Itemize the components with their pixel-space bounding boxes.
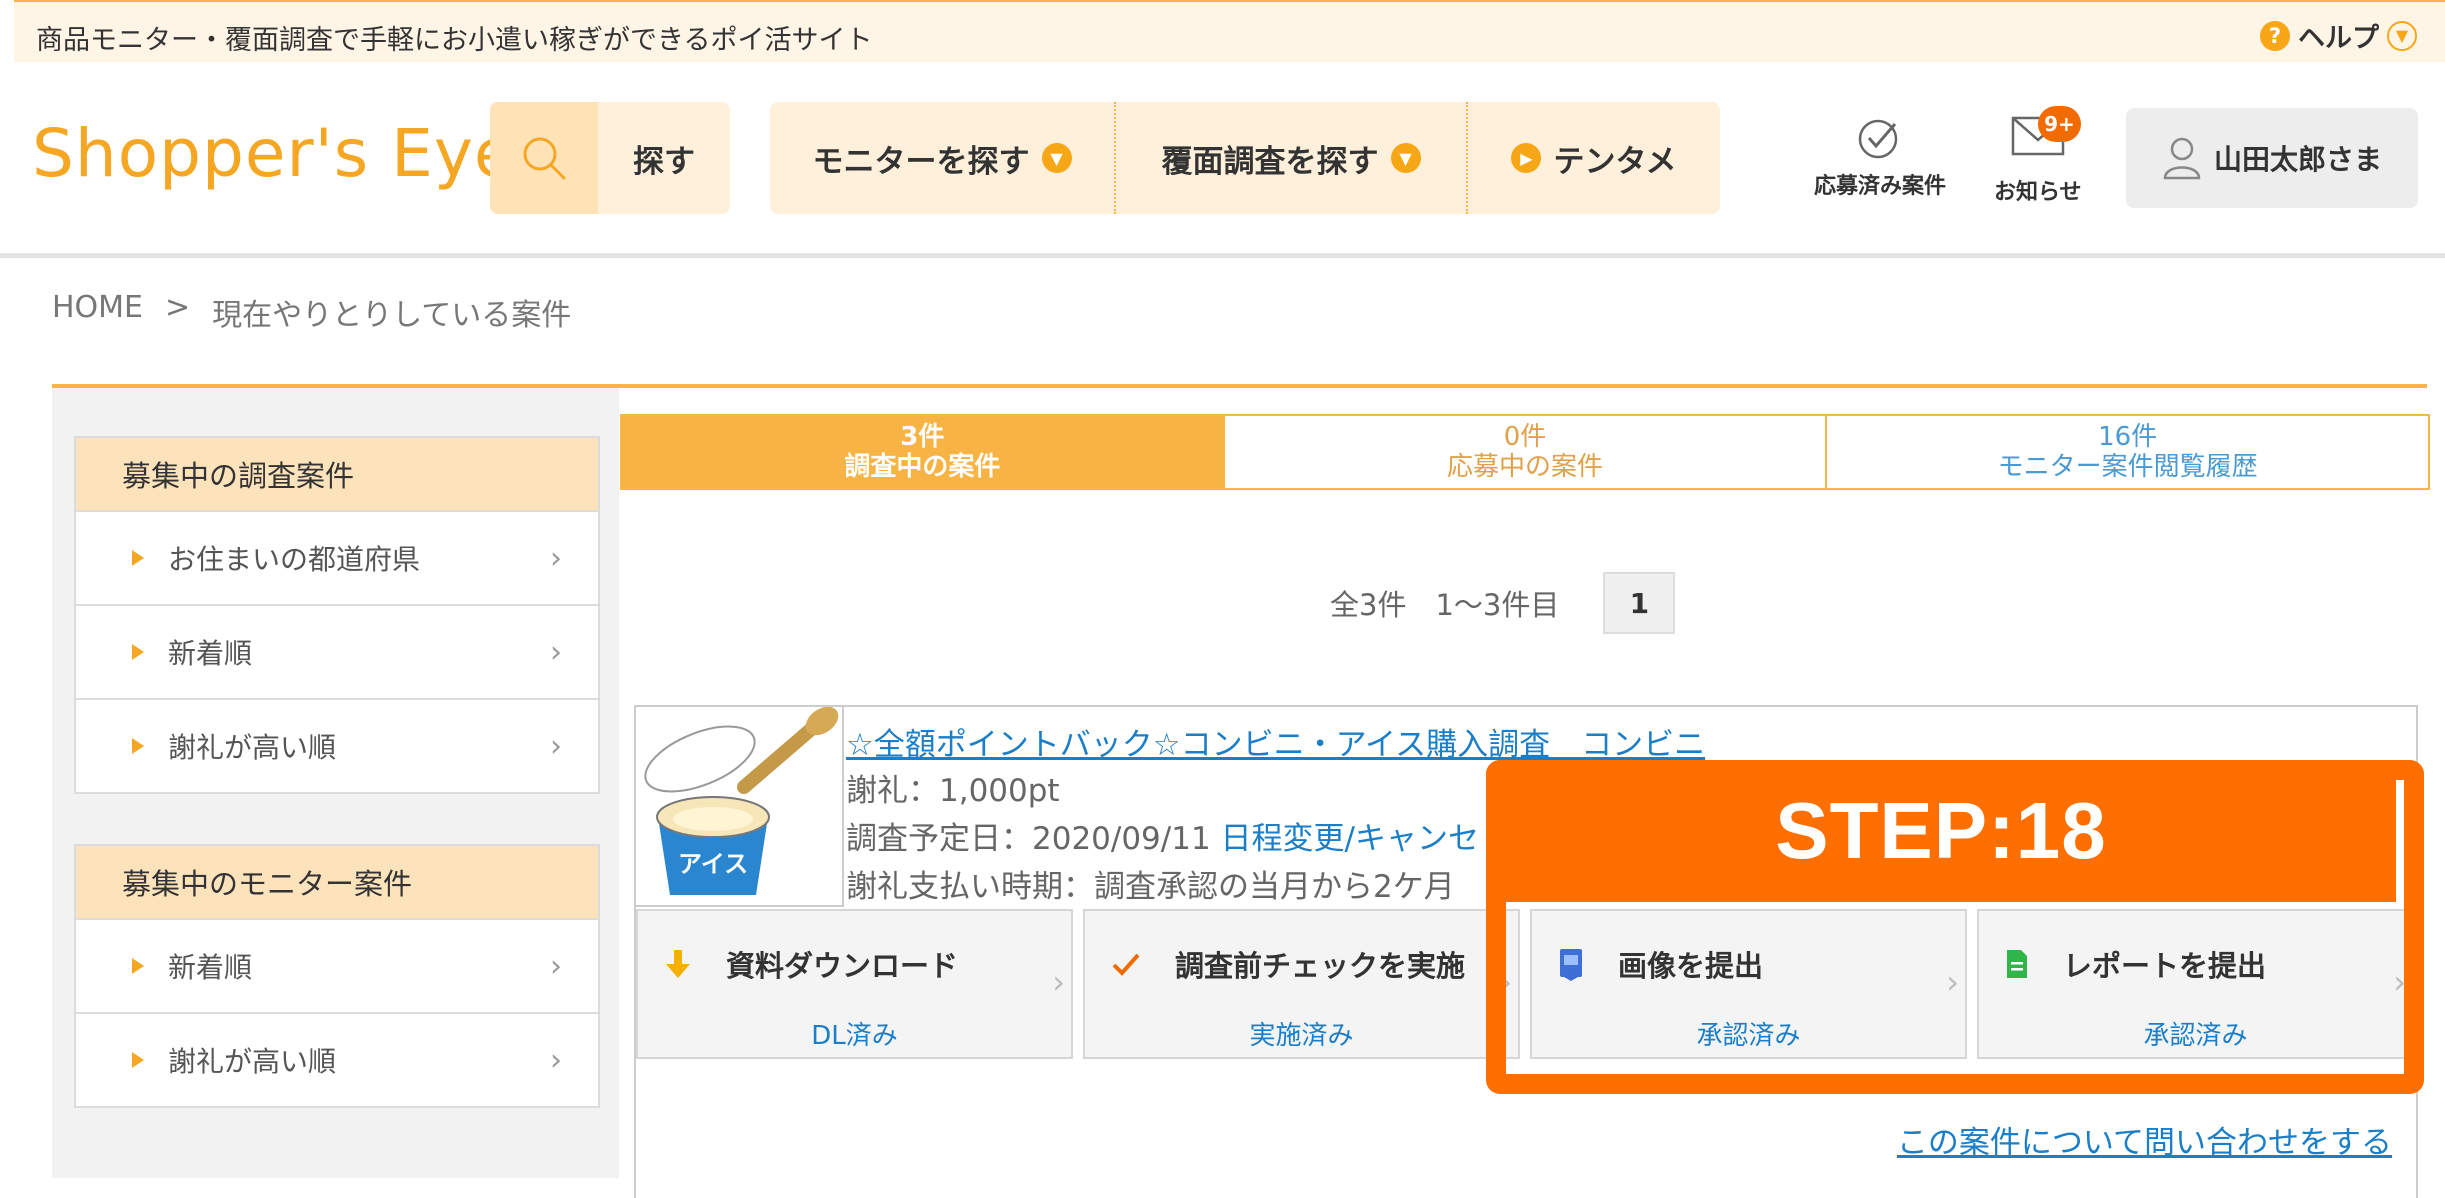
tab-count: 16件 — [2098, 422, 2158, 452]
search-icon — [490, 102, 598, 214]
nav-label: テンタメ — [1553, 143, 1677, 180]
pagination: 全3件 1〜3件目 1 — [1330, 572, 1676, 634]
sidebar-item-label: 新着順 — [168, 637, 253, 670]
product-thumbnail: アイス — [636, 706, 844, 907]
chevron-down-icon: ▼ — [1390, 143, 1421, 173]
tab-applying[interactable]: 0件 応募中の案件 — [1225, 416, 1828, 488]
step-title: 調査前チェックを実施 — [1175, 949, 1466, 983]
user-menu-button[interactable]: 山田太郎さま — [2126, 108, 2418, 208]
chevron-down-icon: ▼ — [2387, 20, 2417, 51]
applied-cases-link[interactable]: 応募済み案件 — [1814, 114, 1946, 200]
site-logo[interactable]: Shopper's Eye — [32, 115, 516, 192]
case-schedule: 調査予定日：2020/09/11 日程変更/キャンセ — [846, 813, 1479, 858]
chevron-down-icon: ▼ — [1041, 143, 1072, 173]
monitor-box-title: 募集中のモニター案件 — [76, 846, 598, 918]
tab-in-progress[interactable]: 3件 調査中の案件 — [622, 416, 1225, 488]
sidebar-item-highest-reward[interactable]: 謝礼が高い順 › — [76, 698, 598, 792]
monitor-cases-box: 募集中のモニター案件 新着順 › 謝礼が高い順 › — [74, 844, 600, 1108]
top-bar: 商品モニター・覆面調査で手軽にお小遣い稼ぎができるポイ活サイト ? ヘルプ ▼ — [14, 0, 2445, 62]
sidebar-item-label: 謝礼が高い順 — [168, 1045, 337, 1078]
nav-find-monitor[interactable]: モニターを探す ▼ — [770, 102, 1116, 214]
contact-about-case-link[interactable]: この案件について問い合わせをする — [1897, 1117, 2392, 1162]
breadcrumb-home[interactable]: HOME — [52, 290, 143, 334]
help-link[interactable]: ? ヘルプ ▼ — [2260, 16, 2417, 55]
triangle-right-icon — [132, 738, 144, 754]
step-status: DL済み — [811, 1021, 898, 1051]
case-reward: 謝礼：1,000pt — [846, 773, 1060, 809]
survey-box-title: 募集中の調査案件 — [76, 438, 598, 510]
search-button[interactable]: 探す — [490, 102, 730, 214]
sidebar-item-label: 謝礼が高い順 — [168, 731, 337, 764]
main-nav: モニターを探す ▼ 覆面調査を探す ▼ ▶ テンタメ — [770, 102, 1720, 214]
breadcrumb-separator: > — [165, 290, 191, 325]
case-payment: 謝礼支払い時期：調査承認の当月から2ケ月 — [846, 869, 1455, 905]
chevron-right-icon: › — [550, 1042, 562, 1078]
tab-label: 応募中の案件 — [1447, 452, 1604, 482]
help-label: ヘルプ — [2298, 23, 2379, 54]
step-status: 実施済み — [1249, 1021, 1354, 1051]
tab-count: 0件 — [1503, 422, 1547, 452]
nav-label: モニターを探す — [812, 143, 1030, 180]
notice-badge: 9+ — [2038, 106, 2081, 142]
sidebar-item-newest[interactable]: 新着順 › — [76, 604, 598, 698]
survey-cases-box: 募集中の調査案件 お住まいの都道府県 › 新着順 › 謝礼が高い順 › — [74, 436, 600, 794]
sidebar-item-prefecture[interactable]: お住まいの都道府県 › — [76, 510, 598, 604]
step-download[interactable]: 資料ダウンロード DL済み › — [636, 909, 1073, 1059]
chevron-right-icon: ▶ — [1511, 143, 1542, 173]
sidebar-item-label: 新着順 — [168, 951, 253, 984]
step-label-banner: STEP:18 — [1486, 760, 2396, 902]
download-arrow-icon — [666, 950, 690, 978]
schedule-change-link[interactable]: 日程変更/キャンセ — [1221, 821, 1479, 857]
schedule-text: 調査予定日：2020/09/11 — [846, 821, 1221, 857]
question-icon: ? — [2260, 20, 2290, 51]
sidebar-item-highest-reward[interactable]: 謝礼が高い順 › — [76, 1012, 598, 1106]
applied-cases-label: 応募済み案件 — [1814, 174, 1947, 199]
user-icon — [2163, 137, 2201, 180]
triangle-right-icon — [132, 958, 144, 974]
triangle-right-icon — [132, 550, 144, 566]
site-header: Shopper's Eye 探す モニターを探す ▼ 覆面調査を探す ▼ ▶ テ… — [0, 62, 2445, 258]
check-icon — [1112, 953, 1140, 976]
tab-label: 調査中の案件 — [844, 452, 1001, 482]
tab-label: モニター案件閲覧履歴 — [1997, 452, 2258, 482]
chevron-right-icon: › — [550, 540, 562, 576]
page-number-button[interactable]: 1 — [1603, 572, 1676, 634]
nav-label: 覆面調査を探す — [1161, 143, 1379, 180]
tab-count: 3件 — [900, 422, 945, 452]
result-summary: 全3件 1〜3件目 — [1330, 588, 1560, 622]
nav-tentame[interactable]: ▶ テンタメ — [1468, 102, 1720, 214]
triangle-right-icon — [132, 1052, 144, 1068]
search-label: 探す — [633, 143, 695, 180]
step-precheck[interactable]: 調査前チェックを実施 実施済み › — [1083, 909, 1520, 1059]
chevron-right-icon: › — [550, 728, 562, 764]
sidebar-item-label: お住まいの都道府県 — [168, 543, 421, 576]
triangle-right-icon — [132, 644, 144, 660]
breadcrumb-current: 現在やりとりしている案件 — [212, 298, 572, 333]
breadcrumb: HOME > 現在やりとりしている案件 — [52, 290, 571, 334]
chevron-right-icon: › — [1052, 963, 1065, 1001]
check-circle-icon — [1858, 119, 1898, 159]
nav-find-mystery-shop[interactable]: 覆面調査を探す ▼ — [1116, 102, 1468, 214]
chevron-right-icon: › — [550, 634, 562, 670]
tab-monitor-history[interactable]: 16件 モニター案件閲覧履歴 — [1827, 416, 2428, 488]
case-tabs: 3件 調査中の案件 0件 応募中の案件 16件 モニター案件閲覧履歴 — [620, 414, 2430, 490]
svg-text:アイス: アイス — [678, 850, 748, 878]
site-tagline: 商品モニター・覆面調査で手軽にお小遣い稼ぎができるポイ活サイト — [36, 25, 873, 56]
case-title-link[interactable]: ☆全額ポイントバック☆コンビニ・アイス購入調査 コンビニ — [846, 719, 1705, 764]
chevron-right-icon: › — [550, 948, 562, 984]
notices-link[interactable]: 9+ お知らせ — [1994, 106, 2082, 206]
user-name: 山田太郎さま — [2213, 143, 2382, 176]
sidebar-item-newest[interactable]: 新着順 › — [76, 918, 598, 1012]
notices-label: お知らせ — [1994, 180, 2082, 205]
step-title: 資料ダウンロード — [726, 949, 959, 983]
